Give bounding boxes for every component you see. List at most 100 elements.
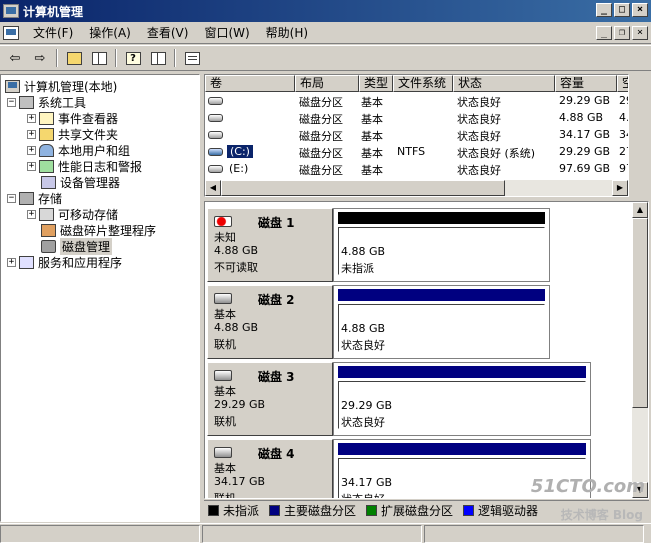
disk-size: 34.17 GB [214, 475, 266, 488]
volume-free: 4. [619, 111, 629, 124]
volume-capacity: 97.69 GB [559, 162, 611, 175]
volume-status: 状态良好 [457, 96, 501, 109]
expand-icon[interactable]: + [27, 113, 36, 123]
volume-list[interactable]: 卷 布局 类型 文件系统 状态 容量 空 磁盘分区 基本 状态良好 29.29 … [204, 74, 629, 197]
expand-icon[interactable]: + [7, 257, 16, 267]
expand-icon[interactable]: + [27, 129, 36, 139]
disk-type: 未知 [214, 231, 236, 244]
shared-folder-icon [39, 127, 54, 141]
expand-icon[interactable]: + [27, 161, 36, 171]
tree-item-defrag[interactable]: 磁盘碎片整理程序 [41, 222, 156, 238]
console-window-icon[interactable] [3, 25, 19, 40]
volume-type: 基本 [361, 130, 383, 143]
toolbar-separator [115, 49, 117, 67]
volume-list-hscrollbar[interactable]: ◀ ▶ [205, 180, 628, 196]
volume-name: (C:) [227, 145, 253, 158]
tree-item-local-users[interactable]: + 本地用户和组 [27, 142, 130, 158]
partition-size: 4.88 GB [341, 322, 386, 335]
disk-card[interactable]: 磁盘 3 基本 29.29 GB 联机 [207, 362, 333, 436]
menu-window[interactable]: 窗口(W) [196, 24, 257, 41]
tree-label: 事件查看器 [58, 111, 119, 126]
legend-label: 扩展磁盘分区 [381, 504, 454, 518]
volume-row-selected[interactable]: (C:) 磁盘分区 基本 NTFS 状态良好 (系统) 29.29 GB 27 [205, 144, 628, 161]
tree-label: 可移动存储 [58, 207, 119, 222]
tree-item-perf-logs[interactable]: + 性能日志和警报 [27, 158, 142, 174]
child-restore-button[interactable]: ❐ [614, 26, 630, 40]
scroll-thumb[interactable] [632, 218, 648, 408]
up-level-button[interactable] [63, 48, 85, 68]
menu-action[interactable]: 操作(A) [81, 24, 139, 41]
volume-layout: 磁盘分区 [299, 113, 343, 126]
tree-item-device-manager[interactable]: 设备管理器 [41, 174, 120, 190]
volume-name: (E:) [229, 162, 249, 175]
column-header-status[interactable]: 状态 [453, 75, 555, 92]
collapse-icon[interactable]: − [7, 97, 16, 107]
legend-label: 主要磁盘分区 [284, 504, 357, 518]
menu-view[interactable]: 查看(V) [139, 24, 197, 41]
tree-item-disk-management[interactable]: 磁盘管理 [41, 237, 113, 255]
tree-label: 共享文件夹 [58, 127, 119, 142]
column-header-free[interactable]: 空 [617, 75, 628, 92]
forward-button[interactable]: ⇨ [29, 48, 51, 68]
maximize-button[interactable]: □ [614, 3, 630, 17]
volume-fs: NTFS [397, 145, 426, 158]
disk-icon [214, 370, 232, 381]
column-header-layout[interactable]: 布局 [295, 75, 359, 92]
disk-graphical-view[interactable]: 磁盘 1 未知 4.88 GB 不可读取 4.88 GB 未指派 磁盘 2 基本… [204, 201, 649, 499]
partition-block[interactable]: 29.29 GB 状态良好 [333, 362, 591, 436]
back-button[interactable]: ⇦ [4, 48, 26, 68]
performance-icon [39, 159, 54, 173]
minimize-button[interactable]: _ [596, 3, 612, 17]
menu-help[interactable]: 帮助(H) [258, 24, 316, 41]
disk-type: 基本 [214, 308, 236, 321]
tree-item-shared-folders[interactable]: + 共享文件夹 [27, 126, 118, 142]
help-icon: ? [125, 51, 141, 65]
volume-row[interactable]: 磁盘分区 基本 状态良好 34.17 GB 34 [205, 127, 628, 144]
action-pane-button[interactable] [147, 48, 169, 68]
scroll-right-button[interactable]: ▶ [612, 180, 628, 196]
partition-block[interactable]: 4.88 GB 未指派 [333, 208, 550, 282]
column-header-capacity[interactable]: 容量 [555, 75, 617, 92]
volume-row[interactable]: 磁盘分区 基本 状态良好 4.88 GB 4. [205, 110, 629, 127]
help-button[interactable]: ? [122, 48, 144, 68]
tree-label: 设备管理器 [60, 175, 121, 190]
tools-icon [19, 95, 34, 109]
volume-row[interactable]: 磁盘分区 基本 状态良好 29.29 GB 29 [205, 93, 628, 110]
folder-up-icon [66, 51, 82, 65]
tree-item-root[interactable]: 计算机管理(本地) [5, 78, 117, 94]
tree-item-services[interactable]: + 服务和应用程序 [7, 254, 122, 270]
column-header-type[interactable]: 类型 [359, 75, 393, 92]
disk-view-vscrollbar[interactable]: ▲ ▼ [632, 202, 648, 498]
scroll-thumb[interactable] [221, 180, 505, 196]
tree-item-removable-storage[interactable]: + 可移动存储 [27, 206, 118, 222]
volume-icon [208, 114, 223, 122]
close-button[interactable]: × [632, 3, 648, 17]
child-close-button[interactable]: × [632, 26, 648, 40]
volume-icon [208, 97, 223, 105]
tree-item-system-tools[interactable]: − 系统工具 [7, 94, 86, 110]
disk-card[interactable]: 磁盘 1 未知 4.88 GB 不可读取 [207, 208, 333, 282]
menu-file[interactable]: 文件(F) [25, 24, 81, 41]
console-tree[interactable]: 计算机管理(本地) − 系统工具 + 事件查看器 + 共享文件夹 + 本地用户和… [0, 74, 200, 522]
scroll-left-button[interactable]: ◀ [205, 180, 221, 196]
expand-icon[interactable]: + [27, 209, 36, 219]
legend-swatch-primary [269, 505, 281, 516]
tree-item-event-viewer[interactable]: + 事件查看器 [27, 110, 118, 126]
disk-card[interactable]: 磁盘 4 基本 34.17 GB 联机 [207, 439, 333, 498]
column-header-filesystem[interactable]: 文件系统 [393, 75, 453, 92]
scroll-up-button[interactable]: ▲ [632, 202, 648, 218]
show-hide-tree-button[interactable] [88, 48, 110, 68]
collapse-icon[interactable]: − [7, 193, 16, 203]
tree-item-storage[interactable]: − 存储 [7, 190, 62, 206]
volume-type: 基本 [361, 164, 383, 177]
expand-icon[interactable]: + [27, 145, 36, 155]
column-header-volume[interactable]: 卷 [205, 75, 295, 92]
tree-label: 性能日志和警报 [58, 159, 143, 174]
disk-size: 4.88 GB [214, 244, 259, 257]
child-minimize-button[interactable]: _ [596, 26, 612, 40]
volume-row[interactable]: (E:) 磁盘分区 基本 状态良好 97.69 GB 97 [205, 161, 628, 178]
partition-block[interactable]: 4.88 GB 状态良好 [333, 285, 550, 359]
properties-button[interactable] [181, 48, 203, 68]
volume-layout: 磁盘分区 [299, 96, 343, 109]
disk-card[interactable]: 磁盘 2 基本 4.88 GB 联机 [207, 285, 333, 359]
